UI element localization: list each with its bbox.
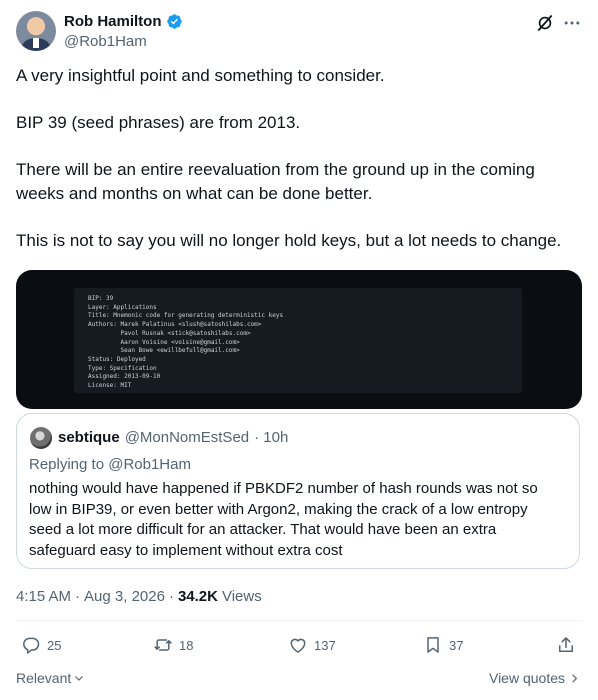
divider bbox=[16, 620, 582, 621]
doc-line: Type: Specification bbox=[88, 364, 157, 372]
tweet-meta: 4:15 AM · Aug 3, 2026 · 34.2K Views bbox=[16, 588, 262, 605]
repost-count: 18 bbox=[179, 637, 194, 653]
doc-line: Layer: Applications bbox=[88, 303, 157, 311]
tweet-date[interactable]: Aug 3, 2026 bbox=[84, 588, 165, 605]
replies-footer: Relevant View quotes bbox=[16, 670, 582, 690]
verified-badge-icon bbox=[166, 14, 182, 29]
tweet-media-image[interactable]: BIP: 39 Layer: Applications Title: Mnemo… bbox=[16, 270, 582, 409]
sort-label: Relevant bbox=[16, 670, 72, 686]
doc-line: Authors: Marek Palatinus <slush@satoshil… bbox=[88, 321, 262, 329]
avatar-collar bbox=[33, 38, 39, 48]
share-button[interactable] bbox=[556, 635, 576, 655]
doc-line: Assigned: 2013-09-10 bbox=[88, 373, 161, 381]
share-icon bbox=[559, 637, 573, 652]
chevron-down-icon bbox=[75, 676, 84, 681]
sort-dropdown[interactable]: Relevant bbox=[16, 670, 85, 686]
reply-count: 25 bbox=[47, 637, 62, 653]
quoted-author-name: sebtique bbox=[58, 429, 120, 446]
more-options-icon[interactable] bbox=[562, 13, 582, 33]
heart-icon bbox=[290, 638, 306, 653]
quoted-replying-to: Replying to @Rob1Ham bbox=[29, 456, 191, 473]
grok-icon[interactable] bbox=[535, 13, 555, 33]
author-name-row: Rob Hamilton bbox=[64, 13, 183, 30]
doc-line: BIP: 39 bbox=[88, 295, 114, 302]
tweet-text: A very insightful point and something to… bbox=[16, 66, 562, 250]
repost-icon bbox=[154, 639, 172, 651]
quoted-tweet-header: sebtique @MonNomEstSed · 10h bbox=[58, 429, 288, 446]
tweet-header: Rob Hamilton @Rob1Ham bbox=[16, 11, 582, 55]
quoted-tweet[interactable]: sebtique @MonNomEstSed · 10h Replying to… bbox=[16, 413, 580, 569]
author-avatar[interactable] bbox=[16, 11, 56, 51]
replying-to-handle: @Rob1Ham bbox=[108, 456, 191, 473]
reply-button[interactable]: 25 bbox=[21, 635, 61, 655]
doc-line: Status: Deployed bbox=[88, 355, 146, 363]
bookmark-button[interactable]: 37 bbox=[423, 635, 463, 655]
reply-icon bbox=[23, 637, 40, 654]
quoted-tweet-text: nothing would have happened if PBKDF2 nu… bbox=[29, 480, 538, 559]
doc-line: Pavol Rusnak <stick@satoshilabs.com> bbox=[88, 329, 251, 337]
tweet-time[interactable]: 4:15 AM bbox=[16, 588, 71, 605]
doc-line: Aaron Voisine <voisine@gmail.com> bbox=[88, 338, 240, 346]
meta-separator: · bbox=[168, 588, 174, 605]
meta-separator: · bbox=[75, 588, 81, 605]
bookmark-count: 37 bbox=[449, 637, 464, 653]
chevron-right-icon bbox=[572, 673, 578, 683]
quoted-tweet-time: · 10h bbox=[254, 429, 289, 446]
bookmark-icon bbox=[427, 637, 439, 653]
view-quotes-link[interactable]: View quotes bbox=[489, 670, 580, 686]
doc-line: Title: Mnemonic code for generating dete… bbox=[88, 312, 284, 320]
doc-line: License: MIT bbox=[88, 382, 132, 389]
tweet-actions: 25 18 137 37 bbox=[16, 635, 582, 661]
author-display-name[interactable]: Rob Hamilton bbox=[64, 13, 162, 30]
like-button[interactable]: 137 bbox=[288, 635, 336, 655]
quoted-author-avatar bbox=[30, 427, 52, 449]
replying-to-label: Replying to bbox=[29, 456, 105, 473]
doc-line: Sean Bowe <ewillbefull@gmail.com> bbox=[88, 347, 240, 355]
quoted-author-handle: @MonNomEstSed bbox=[124, 429, 250, 446]
views-count[interactable]: 34.2K bbox=[178, 588, 218, 605]
repost-button[interactable]: 18 bbox=[153, 635, 193, 655]
bip39-document-image: BIP: 39 Layer: Applications Title: Mnemo… bbox=[74, 288, 522, 393]
views-label: Views bbox=[221, 588, 262, 605]
like-count: 137 bbox=[314, 637, 336, 653]
view-quotes-label: View quotes bbox=[488, 670, 565, 686]
author-handle[interactable]: @Rob1Ham bbox=[64, 33, 147, 50]
